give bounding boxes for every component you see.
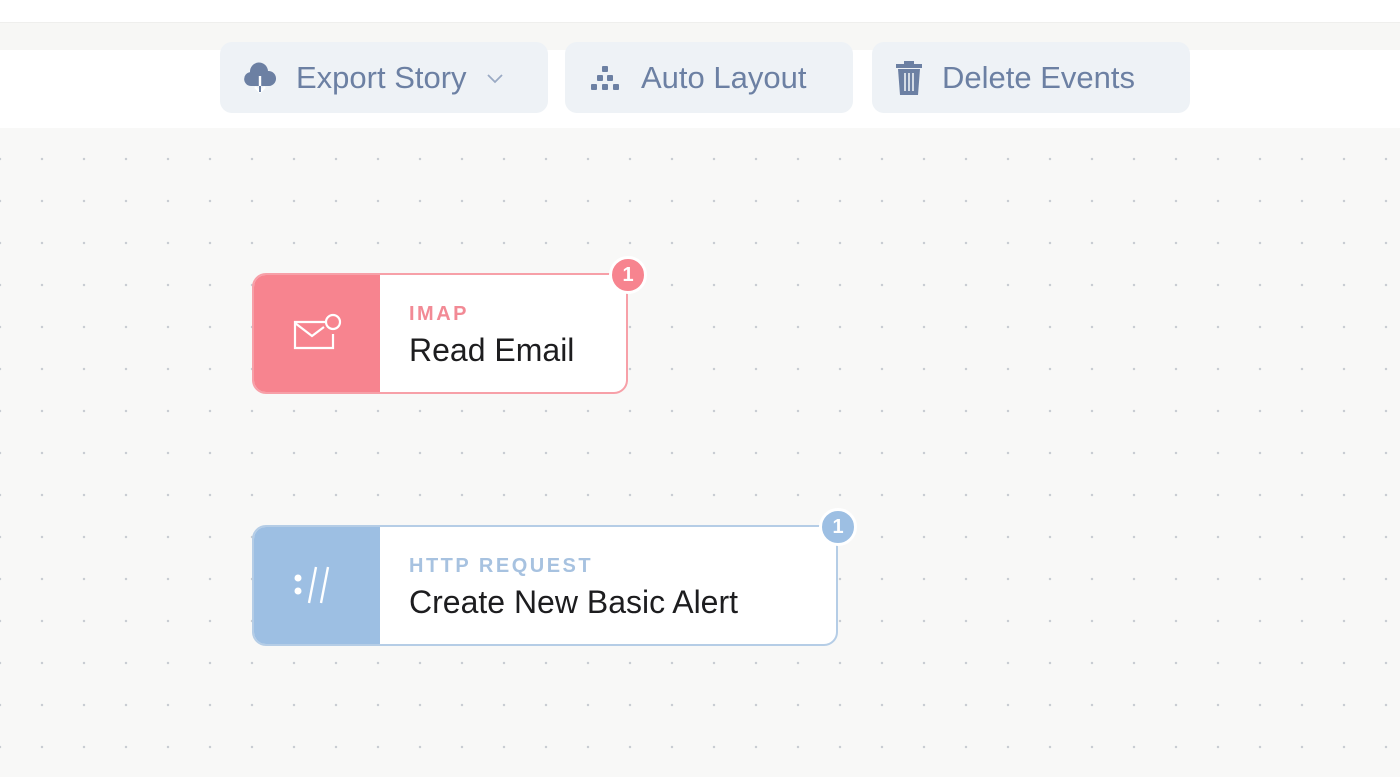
story-canvas[interactable] bbox=[0, 128, 1400, 777]
node-type: HTTP REQUEST bbox=[409, 555, 594, 577]
delete-events-label: Delete Events bbox=[942, 59, 1135, 95]
auto-layout-button[interactable]: Auto Layout bbox=[565, 42, 853, 113]
node-icon-panel bbox=[254, 527, 380, 644]
envelope-icon bbox=[293, 313, 342, 349]
node-type: IMAP bbox=[409, 303, 469, 325]
node-icon-panel bbox=[254, 275, 380, 392]
export-story-label: Export Story bbox=[296, 59, 467, 95]
event-count-badge[interactable]: 1 bbox=[819, 508, 857, 546]
node-imap-read-email[interactable]: IMAP Read Email 1 bbox=[252, 256, 647, 394]
auto-layout-label: Auto Layout bbox=[641, 59, 807, 95]
http-icon bbox=[294, 566, 330, 603]
hierarchy-icon bbox=[591, 65, 619, 90]
delete-events-button[interactable]: Delete Events bbox=[872, 42, 1190, 113]
event-count-badge[interactable]: 1 bbox=[609, 256, 647, 294]
node-name: Create New Basic Alert bbox=[409, 584, 739, 620]
cloud-download-icon bbox=[244, 62, 277, 94]
trash-icon bbox=[896, 60, 922, 95]
chevron-down-icon bbox=[486, 73, 503, 83]
node-http-request-create-alert[interactable]: HTTP REQUEST Create New Basic Alert 1 bbox=[252, 508, 857, 646]
node-name: Read Email bbox=[409, 332, 575, 368]
export-story-button[interactable]: Export Story bbox=[220, 42, 548, 113]
